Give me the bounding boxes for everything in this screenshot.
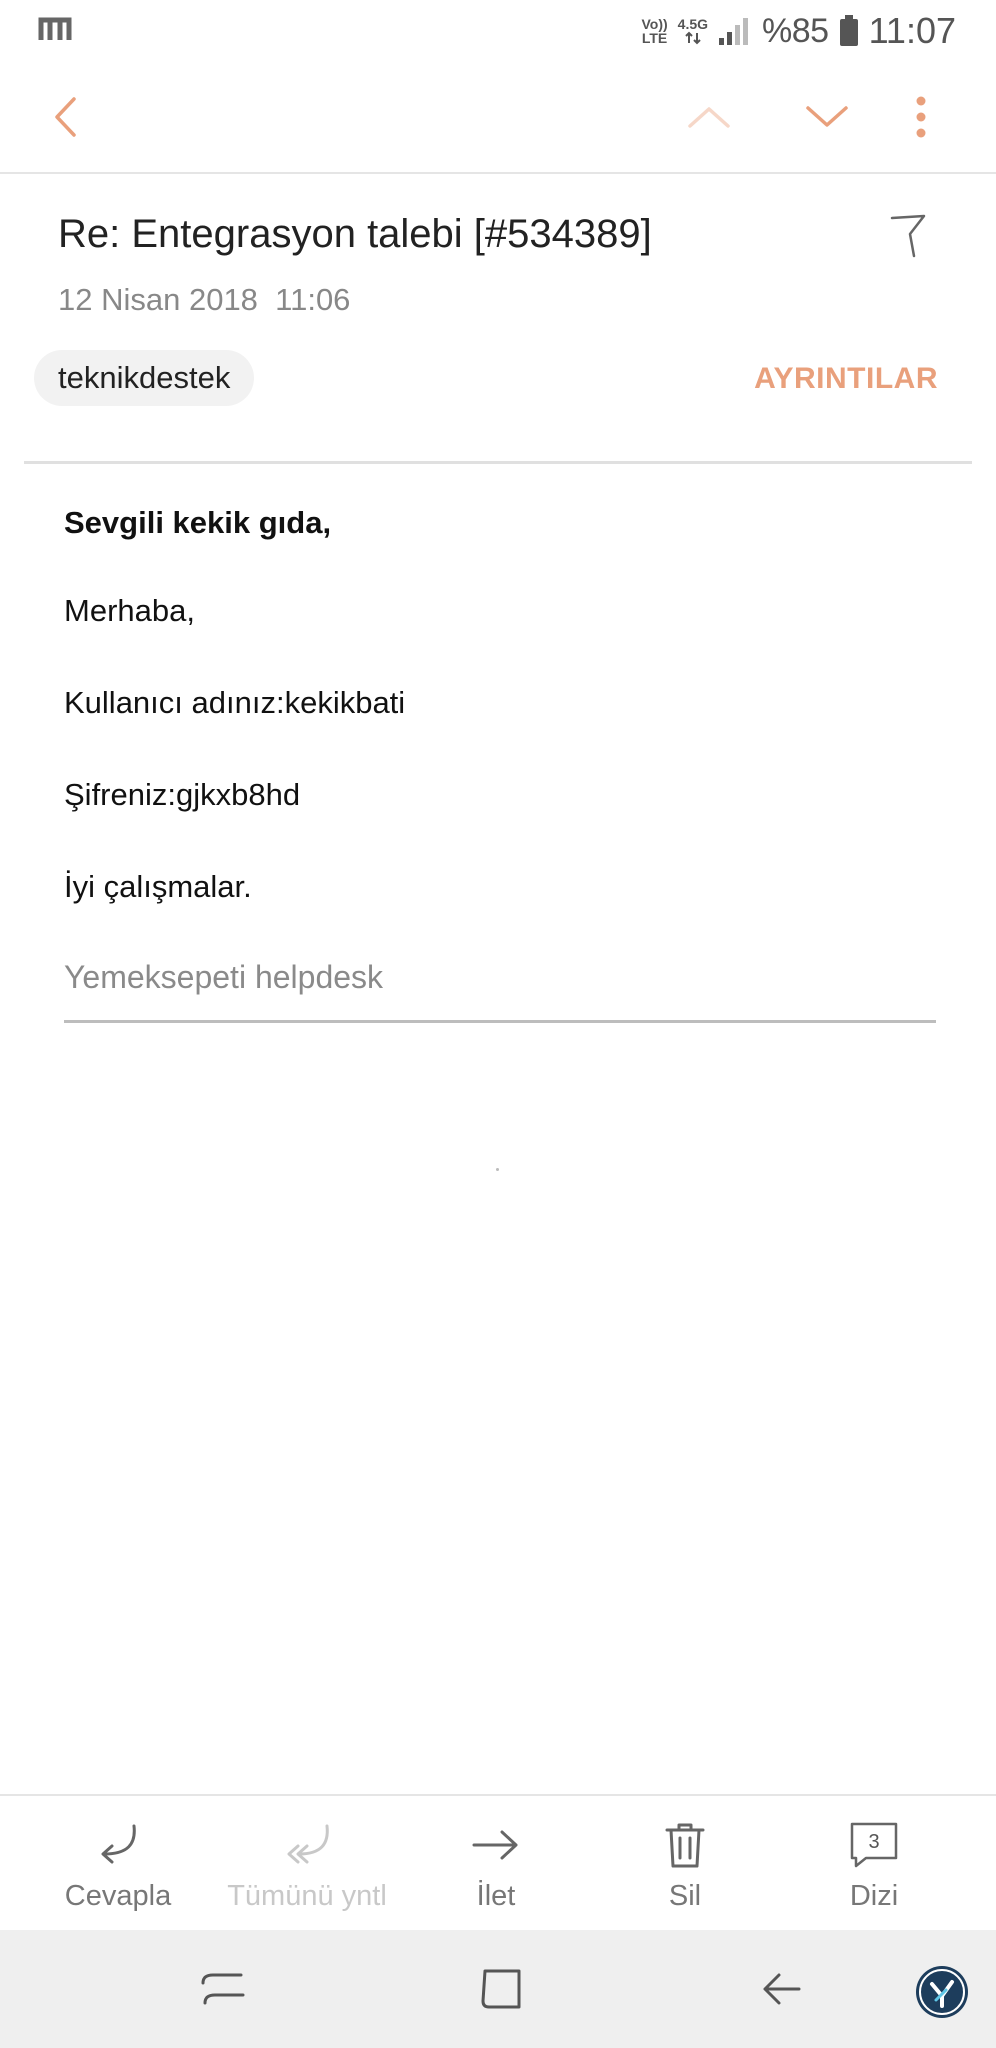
forward-button[interactable]: İlet [401, 1796, 591, 1932]
chevron-left-icon [55, 97, 76, 137]
previous-email-button[interactable] [674, 62, 744, 172]
thread-count: 3 [868, 1831, 879, 1853]
system-navigation-bar [0, 1930, 996, 2048]
status-bar: Vo)) LTE 4.5G %85 11:07 [0, 0, 996, 62]
body-line: Kullanıcı adınız:kekikbati [64, 685, 406, 720]
recent-apps-button[interactable] [188, 1954, 258, 2024]
battery-percent: %85 [762, 11, 829, 50]
trash-icon [665, 1823, 705, 1868]
email-greeting: Sevgili kekik gıda, [64, 505, 332, 540]
forward-label: İlet [476, 1880, 516, 1912]
delete-label: Sil [668, 1880, 702, 1912]
network-indicator: 4.5G [678, 17, 708, 45]
body-line: İyi çalışmalar. [64, 869, 252, 904]
status-time: 11:07 [868, 10, 956, 51]
delete-button[interactable]: Sil [590, 1796, 780, 1932]
email-action-bar: Cevapla Tümünü yntl İlet Sil 3 Dizi [0, 1794, 996, 1932]
back-arrow-icon [763, 1973, 801, 2005]
notification-app-icon [38, 17, 72, 40]
more-options-button[interactable] [886, 62, 956, 172]
reply-icon [101, 1824, 136, 1864]
status-indicators: Vo)) LTE 4.5G %85 11:07 [641, 8, 956, 54]
reply-button[interactable]: Cevapla [23, 1796, 213, 1932]
recent-apps-icon [201, 1973, 245, 2005]
email-date: 12 Nisan 2018 11:06 [58, 282, 351, 317]
assistive-app-icon [919, 1969, 965, 2015]
reply-all-icon [287, 1824, 329, 1864]
sender-chip[interactable]: teknikdestek [34, 350, 255, 406]
thread-button[interactable]: 3 Dizi [779, 1796, 969, 1932]
forward-icon [472, 1830, 518, 1860]
reply-all-label: Tümünü yntl [227, 1880, 387, 1912]
assistive-app-bubble[interactable] [916, 1966, 968, 2018]
body-line: Merhaba, [64, 593, 195, 628]
chevron-up-icon [688, 107, 730, 128]
data-arrows-icon [685, 31, 701, 45]
home-button[interactable] [466, 1954, 536, 2024]
details-button[interactable]: AYRINTILAR [754, 362, 938, 396]
back-button[interactable] [30, 62, 100, 172]
home-icon [481, 1969, 521, 2009]
battery-icon [839, 15, 858, 46]
reply-all-button[interactable]: Tümünü yntl [212, 1796, 402, 1932]
email-signature: Yemeksepeti helpdesk [64, 959, 384, 995]
conversation-icon: 3 [850, 1822, 898, 1868]
body-dot [496, 1168, 499, 1171]
chevron-down-icon [806, 106, 848, 127]
volte-indicator: Vo)) LTE [641, 16, 668, 46]
next-email-button[interactable] [792, 62, 862, 172]
email-subject: Re: Entegrasyon talebi [#534389] [58, 212, 652, 256]
thread-label: Dizi [849, 1880, 899, 1912]
back-nav-button[interactable] [746, 1954, 816, 2024]
more-vertical-icon [916, 96, 926, 138]
reply-label: Cevapla [64, 1880, 172, 1912]
signature-divider [64, 1020, 936, 1023]
email-detail-screen: Vo)) LTE 4.5G %85 11:07 Re: Entegrasyon … [0, 0, 996, 2048]
signal-strength-icon [719, 18, 749, 45]
flag-icon[interactable] [888, 212, 928, 260]
email-toolbar [0, 62, 996, 174]
body-line: Şifreniz:gjkxb8hd [64, 777, 301, 812]
header-divider [24, 461, 972, 464]
sender-name: teknikdestek [58, 360, 231, 395]
